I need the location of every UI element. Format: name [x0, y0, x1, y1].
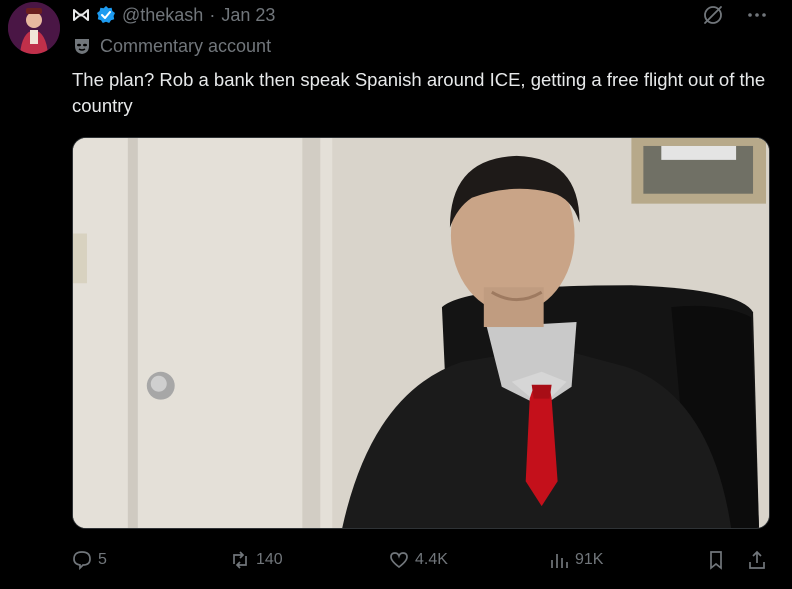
reply-icon	[73, 551, 91, 570]
view-count: 91K	[575, 551, 604, 568]
post-date[interactable]: Jan 23	[221, 5, 275, 26]
top-actions	[702, 4, 768, 26]
post-text: The plan? Rob a bank then speak Spanish …	[72, 69, 766, 116]
action-bar: 5 140 4.4K 91K	[72, 545, 772, 575]
reply-count: 5	[98, 551, 107, 568]
author-handle[interactable]: @thekash	[122, 5, 203, 26]
account-label-text: Commentary account	[100, 35, 272, 56]
bookmark-button[interactable]	[706, 545, 726, 575]
post-image[interactable]	[72, 137, 770, 529]
more-icon[interactable]	[746, 4, 768, 26]
like-count: 4.4K	[415, 551, 448, 568]
share-icon	[749, 550, 765, 569]
mask-icon	[72, 36, 92, 56]
heart-icon	[390, 552, 408, 569]
grok-icon[interactable]	[702, 4, 724, 26]
reply-button[interactable]: 5	[72, 545, 107, 575]
share-button[interactable]	[747, 545, 767, 575]
bowtie-icon	[72, 7, 90, 23]
views-icon	[551, 554, 568, 568]
like-button[interactable]: 4.4K	[389, 545, 448, 575]
views-button[interactable]: 91K	[549, 545, 603, 575]
repost-count: 140	[256, 551, 283, 568]
verified-badge-icon	[96, 5, 116, 25]
bookmark-icon	[710, 551, 722, 570]
repost-button[interactable]: 140	[230, 545, 283, 575]
repost-icon	[233, 551, 247, 569]
separator: ·	[209, 4, 216, 25]
avatar[interactable]	[8, 2, 60, 54]
post-header: @thekash · Jan 23	[72, 4, 275, 26]
account-label[interactable]: Commentary account	[72, 35, 271, 57]
